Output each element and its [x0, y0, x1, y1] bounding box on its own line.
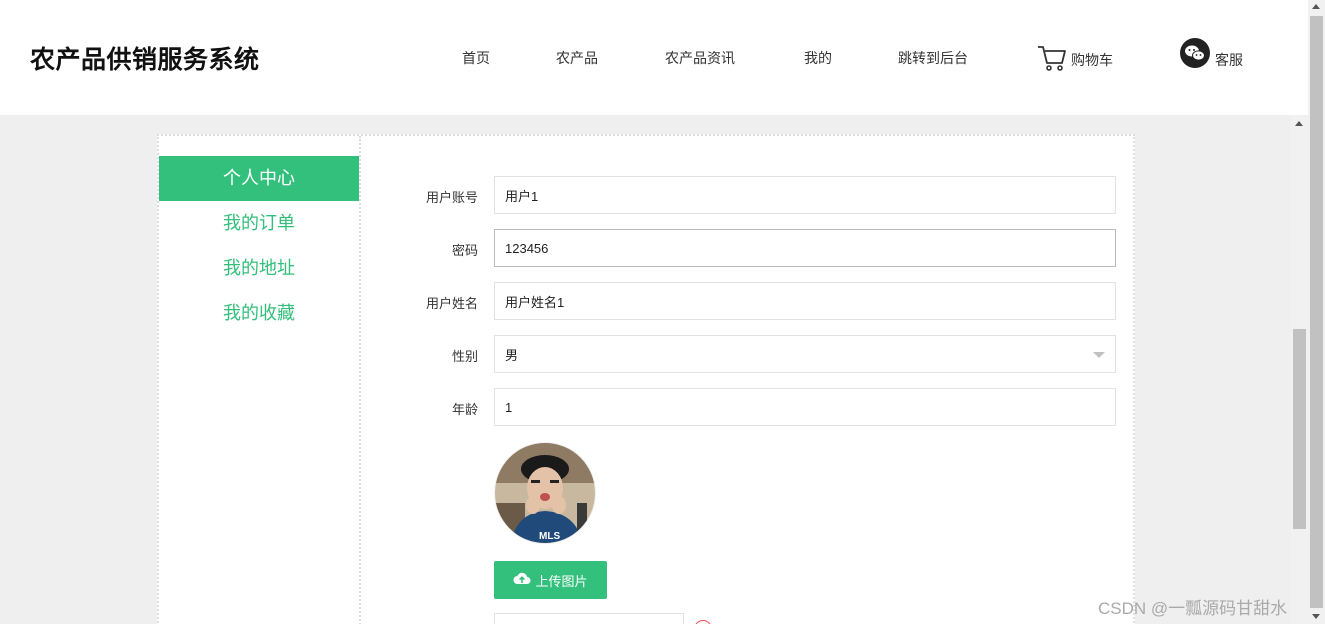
- content-scroll-thumb[interactable]: [1293, 329, 1306, 529]
- nav-mine[interactable]: 我的: [804, 48, 832, 68]
- upload-image-button[interactable]: 上传图片: [494, 561, 607, 599]
- nav-admin[interactable]: 跳转到后台: [898, 48, 968, 68]
- customer-service-link[interactable]: 客服: [1180, 38, 1243, 72]
- age-value: 1: [505, 399, 513, 415]
- upload-label: 上传图片: [535, 574, 588, 590]
- realname-input[interactable]: 用户姓名1: [494, 282, 1116, 320]
- scroll-down-icon[interactable]: [1312, 614, 1320, 619]
- username-input[interactable]: 用户1: [494, 176, 1116, 214]
- scroll-up-icon[interactable]: [1312, 4, 1320, 9]
- age-input[interactable]: 1: [494, 388, 1116, 426]
- gender-label: 性别: [451, 350, 478, 365]
- sidebar-item-orders[interactable]: 我的订单: [159, 201, 359, 246]
- gender-value: 男: [505, 347, 519, 363]
- password-value: 123456: [505, 240, 549, 256]
- username-label: 用户账号: [425, 191, 478, 206]
- sidebar: 个人中心 我的订单 我的地址 我的收藏: [159, 136, 361, 624]
- nav-products[interactable]: 农产品: [556, 48, 598, 68]
- profile-panel: 个人中心 我的订单 我的地址 我的收藏 用户账号 用户1 密码 123456 用…: [157, 134, 1135, 624]
- chevron-down-icon: [1093, 352, 1105, 358]
- avatar: MLS: [494, 442, 596, 544]
- password-input[interactable]: 123456: [494, 229, 1116, 267]
- age-label: 年龄: [451, 403, 478, 418]
- nav-home[interactable]: 首页: [462, 48, 490, 68]
- username-value: 用户1: [505, 188, 539, 204]
- sidebar-item-address[interactable]: 我的地址: [159, 246, 359, 291]
- watermark: CSDN @一瓢源码甘甜水: [1098, 599, 1288, 618]
- password-label: 密码: [451, 244, 478, 259]
- scroll-up-icon[interactable]: [1295, 121, 1303, 126]
- page-scrollbar[interactable]: [1308, 0, 1325, 624]
- cart-label: 购物车: [1071, 53, 1113, 69]
- realname-value: 用户姓名1: [505, 294, 565, 310]
- content-scrollbar[interactable]: [1291, 115, 1308, 624]
- page-scroll-thumb[interactable]: [1310, 16, 1323, 608]
- sidebar-item-favorites[interactable]: 我的收藏: [159, 291, 359, 336]
- sidebar-item-profile[interactable]: 个人中心: [159, 156, 359, 201]
- partial-input[interactable]: [494, 613, 684, 624]
- cloud-upload-icon: [513, 571, 535, 589]
- nav-news[interactable]: 农产品资讯: [665, 48, 735, 68]
- wechat-icon: [1180, 38, 1210, 72]
- svg-text:MLS: MLS: [539, 531, 560, 542]
- cart-link[interactable]: 购物车: [1037, 42, 1113, 72]
- service-label: 客服: [1215, 53, 1243, 69]
- warning-icon: [694, 620, 712, 624]
- site-header: 农产品供销服务系统 首页 农产品 农产品资讯 我的 跳转到后台 购物车 客服: [0, 0, 1308, 115]
- realname-label: 用户姓名: [425, 297, 478, 312]
- gender-select[interactable]: 男: [494, 335, 1116, 373]
- cart-icon: [1037, 44, 1067, 72]
